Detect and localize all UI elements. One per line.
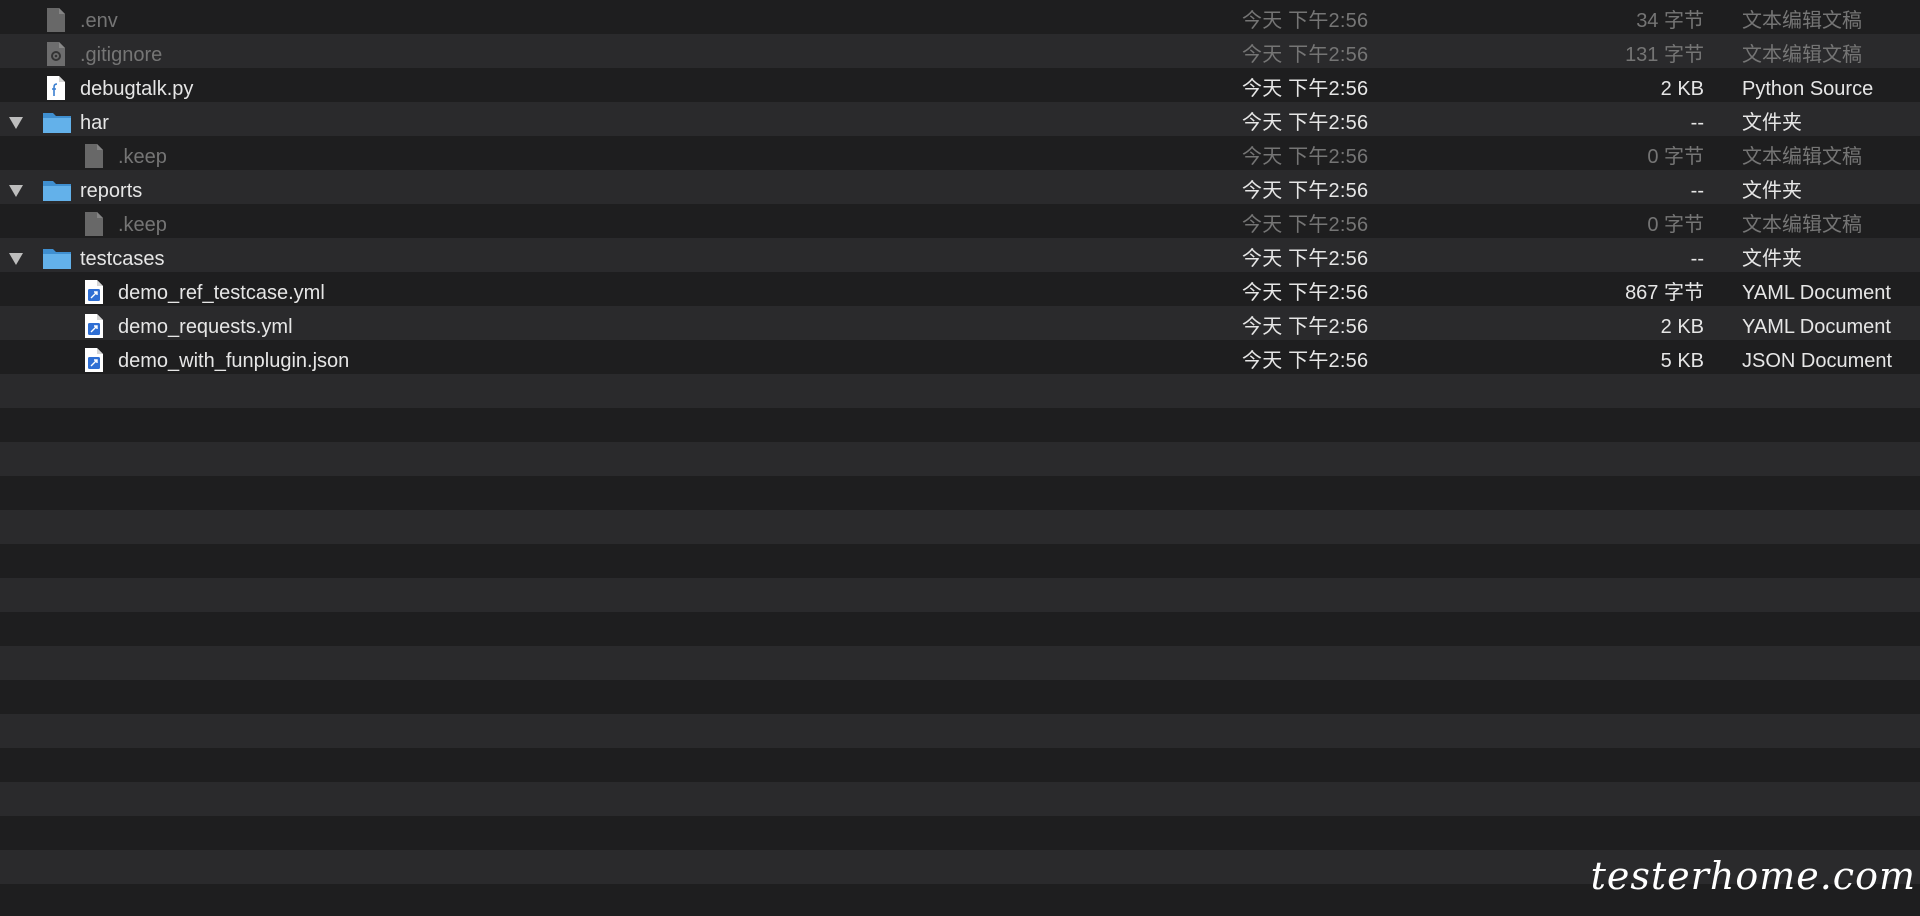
file-kind: 文件夹: [1742, 112, 1802, 134]
date-modified: 今天 下午2:56: [1242, 180, 1369, 202]
document-icon: [84, 208, 110, 242]
date-modified: 今天 下午2:56: [1242, 146, 1369, 168]
list-item[interactable]: demo_requests.yml 今天 下午2:56 2 KB YAML Do…: [0, 310, 1920, 344]
file-list: .env 今天 下午2:56 34 字节 文本编辑文稿 .gitignore 今…: [0, 4, 1920, 378]
file-kind: 文本编辑文稿: [1742, 44, 1862, 66]
file-name: .keep: [118, 146, 167, 168]
file-kind: 文本编辑文稿: [1742, 214, 1862, 236]
file-kind: 文本编辑文稿: [1742, 146, 1862, 168]
date-modified: 今天 下午2:56: [1242, 10, 1369, 32]
file-size: 2 KB: [1660, 316, 1704, 338]
date-modified: 今天 下午2:56: [1242, 282, 1369, 304]
date-modified: 今天 下午2:56: [1242, 44, 1369, 66]
watermark: testerhome.com: [1590, 854, 1916, 898]
gear-document-icon: [46, 38, 72, 72]
list-item[interactable]: testcases 今天 下午2:56 -- 文件夹: [0, 242, 1920, 276]
date-modified: 今天 下午2:56: [1242, 214, 1369, 236]
disclosure-triangle-icon[interactable]: [8, 242, 30, 276]
file-size: --: [1690, 180, 1704, 202]
list-item[interactable]: .keep 今天 下午2:56 0 字节 文本编辑文稿: [0, 208, 1920, 242]
date-modified: 今天 下午2:56: [1242, 78, 1369, 100]
list-item[interactable]: demo_ref_testcase.yml 今天 下午2:56 867 字节 Y…: [0, 276, 1920, 310]
list-item[interactable]: har 今天 下午2:56 -- 文件夹: [0, 106, 1920, 140]
list-item[interactable]: reports 今天 下午2:56 -- 文件夹: [0, 174, 1920, 208]
disclosure-triangle-icon[interactable]: [8, 106, 30, 140]
file-size: 0 字节: [1647, 214, 1704, 236]
list-item[interactable]: debugtalk.py 今天 下午2:56 2 KB Python Sourc…: [0, 72, 1920, 106]
file-name: demo_requests.yml: [118, 316, 293, 338]
folder-icon: [42, 106, 72, 140]
file-name: .keep: [118, 214, 167, 236]
date-modified: 今天 下午2:56: [1242, 350, 1369, 372]
folder-name: testcases: [80, 248, 165, 270]
document-icon: [84, 140, 110, 174]
file-size: 5 KB: [1660, 350, 1704, 372]
python-file-icon: [46, 72, 72, 106]
file-kind: YAML Document: [1742, 316, 1891, 338]
finder-list-view: .env 今天 下午2:56 34 字节 文本编辑文稿 .gitignore 今…: [0, 0, 1920, 916]
list-item[interactable]: .keep 今天 下午2:56 0 字节 文本编辑文稿: [0, 140, 1920, 174]
file-size: 34 字节: [1636, 10, 1704, 32]
list-item[interactable]: .gitignore 今天 下午2:56 131 字节 文本编辑文稿: [0, 38, 1920, 72]
yaml-file-icon: [84, 276, 110, 310]
file-size: 131 字节: [1625, 44, 1704, 66]
file-name: debugtalk.py: [80, 78, 194, 100]
file-kind: JSON Document: [1742, 350, 1893, 372]
folder-name: har: [80, 112, 109, 134]
folder-icon: [42, 242, 72, 276]
file-size: 0 字节: [1647, 146, 1704, 168]
disclosure-triangle-icon[interactable]: [8, 174, 30, 208]
date-modified: 今天 下午2:56: [1242, 316, 1369, 338]
json-file-icon: [84, 344, 110, 378]
file-kind: 文本编辑文稿: [1742, 10, 1862, 32]
file-kind: YAML Document: [1742, 282, 1891, 304]
folder-name: reports: [80, 180, 143, 202]
yaml-file-icon: [84, 310, 110, 344]
file-size: --: [1690, 248, 1704, 270]
file-name: .gitignore: [80, 44, 163, 66]
document-icon: [46, 4, 72, 38]
list-item[interactable]: demo_with_funplugin.json 今天 下午2:56 5 KB …: [0, 344, 1920, 378]
file-name: demo_with_funplugin.json: [118, 350, 350, 372]
file-size: --: [1690, 112, 1704, 134]
file-kind: 文件夹: [1742, 180, 1802, 202]
folder-icon: [42, 174, 72, 208]
file-size: 867 字节: [1625, 282, 1704, 304]
file-kind: Python Source: [1742, 78, 1874, 100]
date-modified: 今天 下午2:56: [1242, 112, 1369, 134]
file-size: 2 KB: [1660, 78, 1704, 100]
file-name: demo_ref_testcase.yml: [118, 282, 325, 304]
file-kind: 文件夹: [1742, 248, 1802, 270]
list-item[interactable]: .env 今天 下午2:56 34 字节 文本编辑文稿: [0, 4, 1920, 38]
file-name: .env: [80, 10, 118, 32]
date-modified: 今天 下午2:56: [1242, 248, 1369, 270]
